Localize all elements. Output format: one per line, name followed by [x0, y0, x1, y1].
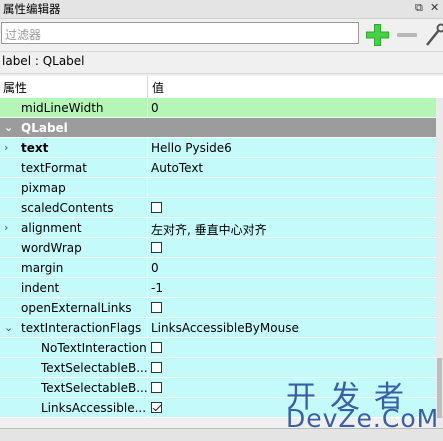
property-value[interactable]: LinksAccessibleByMouse — [151, 321, 299, 335]
property-row[interactable]: wordWrap — [0, 238, 443, 258]
column-divider — [147, 398, 148, 418]
property-row[interactable]: pixmap — [0, 178, 443, 198]
property-row[interactable]: › alignment 左对齐, 垂直中心对齐 — [0, 218, 443, 238]
column-divider — [147, 158, 148, 178]
property-name: TextSelectableB... — [41, 361, 148, 375]
filter-placeholder: 过滤器 — [5, 26, 41, 43]
column-divider — [147, 238, 148, 258]
column-divider — [147, 198, 148, 218]
property-name: text — [21, 141, 48, 155]
property-value[interactable]: 0 — [151, 101, 159, 115]
property-name: margin — [21, 261, 63, 275]
table-header: 属性 值 — [0, 76, 443, 99]
property-value[interactable]: AutoText — [151, 161, 203, 175]
panel-title: 属性编辑器 — [3, 1, 61, 17]
property-checkbox[interactable] — [151, 402, 162, 413]
property-name: textFormat — [21, 161, 87, 175]
chevron-down-icon[interactable]: ⌄ — [4, 321, 13, 334]
header-value[interactable]: 值 — [152, 79, 164, 96]
property-name: textInteractionFlags — [21, 321, 141, 335]
bottom-panel-edge — [0, 428, 443, 441]
property-name: pixmap — [21, 181, 66, 195]
property-checkbox[interactable] — [151, 242, 162, 253]
vertical-scrollbar[interactable] — [436, 98, 443, 428]
remove-property-minus-icon[interactable] — [397, 33, 417, 37]
column-divider — [147, 318, 148, 338]
property-row[interactable]: NoTextInteraction — [0, 338, 443, 358]
add-property-plus-icon[interactable] — [365, 23, 389, 47]
column-divider — [147, 298, 148, 318]
property-row[interactable]: openExternalLinks — [0, 298, 443, 318]
chevron-down-icon[interactable]: ⌄ — [4, 121, 13, 134]
column-divider — [147, 278, 148, 298]
property-row[interactable]: ⌄ textInteractionFlags LinksAccessibleByMo… — [0, 318, 443, 338]
property-name: TextSelectableB... — [41, 381, 148, 395]
property-row[interactable]: ⌄ QLabel — [0, 118, 443, 138]
property-checkbox[interactable] — [151, 342, 162, 353]
property-name: LinksAccessible... — [41, 401, 146, 415]
property-name: NoTextInteraction — [41, 341, 147, 355]
property-value[interactable]: 左对齐, 垂直中心对齐 — [151, 221, 267, 238]
watermark-logo: 开发者 DevZe.CoM — [286, 372, 436, 434]
chevron-right-icon[interactable]: › — [4, 141, 8, 154]
property-row[interactable]: midLineWidth 0 — [0, 98, 443, 118]
close-icon[interactable]: ✕ — [430, 1, 439, 14]
property-row[interactable]: margin 0 — [0, 258, 443, 278]
property-value[interactable]: -1 — [151, 281, 163, 295]
filter-input[interactable]: 过滤器 — [1, 22, 359, 44]
property-name: scaledContents — [21, 201, 114, 215]
property-row[interactable]: textFormat AutoText — [0, 158, 443, 178]
header-divider[interactable] — [147, 76, 148, 98]
property-name: alignment — [21, 221, 82, 235]
object-class-line: label : QLabel — [0, 51, 443, 74]
column-divider — [147, 138, 148, 158]
column-divider — [147, 358, 148, 378]
property-checkbox[interactable] — [151, 362, 162, 373]
property-checkbox[interactable] — [151, 302, 162, 313]
column-divider — [147, 218, 148, 238]
property-row[interactable]: indent -1 — [0, 278, 443, 298]
property-value[interactable]: 0 — [151, 261, 159, 275]
panel-titlebar: 属性编辑器 ⧉ ✕ — [0, 0, 443, 19]
property-name: openExternalLinks — [21, 301, 132, 315]
column-divider — [147, 178, 148, 198]
property-name: QLabel — [21, 121, 68, 135]
property-checkbox[interactable] — [151, 202, 162, 213]
property-row[interactable]: › text Hello Pyside6 — [0, 138, 443, 158]
column-divider — [147, 258, 148, 278]
property-row[interactable]: scaledContents — [0, 198, 443, 218]
property-checkbox[interactable] — [151, 382, 162, 393]
property-name: wordWrap — [21, 241, 82, 255]
column-divider — [147, 98, 148, 118]
property-name: midLineWidth — [21, 101, 104, 115]
header-property[interactable]: 属性 — [3, 79, 27, 96]
column-divider — [147, 378, 148, 398]
configure-wrench-icon[interactable] — [424, 23, 443, 47]
property-name: indent — [21, 281, 59, 295]
property-value[interactable]: Hello Pyside6 — [151, 141, 232, 155]
chevron-right-icon[interactable]: › — [4, 221, 8, 234]
column-divider — [147, 338, 148, 358]
property-toolbar: 过滤器 — [0, 19, 443, 50]
restore-icon[interactable]: ⧉ — [415, 1, 423, 15]
object-class-label: label : QLabel — [2, 54, 85, 68]
